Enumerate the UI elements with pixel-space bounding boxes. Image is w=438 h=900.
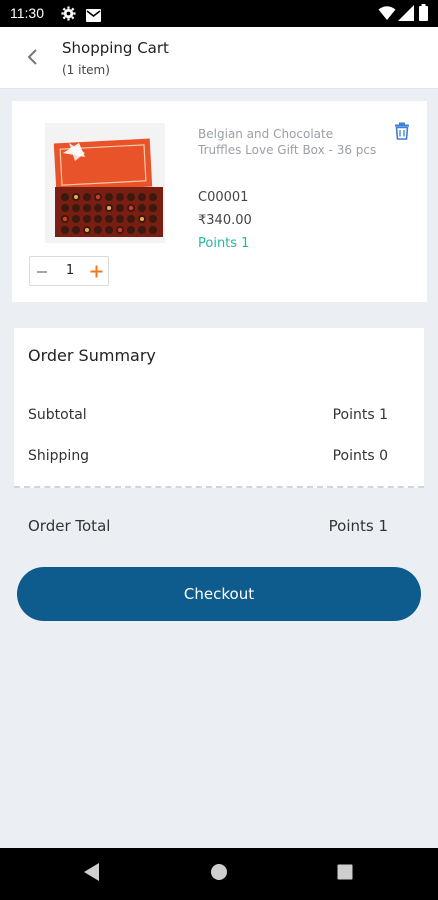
recents-square-icon: [337, 864, 353, 884]
mail-icon: [86, 7, 101, 26]
minus-icon: [36, 263, 48, 282]
product-points: Points 1: [198, 236, 250, 251]
status-bar: 11:30: [0, 0, 438, 27]
nav-recents-button[interactable]: [333, 862, 357, 886]
status-time: 11:30: [10, 5, 44, 21]
app-header: Shopping Cart (1 item): [0, 27, 438, 89]
product-code: C00001: [198, 190, 249, 205]
order-total-label: Order Total: [28, 517, 111, 535]
product-price: ₹340.00: [198, 213, 252, 228]
plus-icon: [90, 263, 103, 282]
order-total-value: Points 1: [328, 517, 388, 535]
cart-item-card: 1 Belgian and Chocolate Truffles Love Gi…: [12, 101, 427, 302]
order-summary-title: Order Summary: [28, 346, 156, 365]
item-count: (1 item): [62, 63, 110, 77]
battery-icon: [419, 4, 428, 25]
home-circle-icon: [210, 863, 228, 885]
wifi-icon: [378, 5, 396, 25]
shipping-value: Points 0: [332, 448, 388, 464]
subtotal-value: Points 1: [332, 407, 388, 423]
shipping-label: Shipping: [28, 448, 90, 464]
back-button[interactable]: [18, 45, 46, 73]
increase-quantity-button[interactable]: [84, 257, 108, 287]
delete-item-button[interactable]: [394, 122, 410, 140]
chevron-left-icon: [26, 48, 38, 70]
product-image[interactable]: [45, 123, 165, 243]
subtotal-label: Subtotal: [28, 407, 87, 423]
trash-icon: [394, 122, 410, 144]
checkout-button[interactable]: Checkout: [17, 567, 421, 621]
page-title: Shopping Cart: [62, 39, 169, 57]
quantity-value: 1: [65, 263, 75, 278]
gear-icon: [61, 6, 76, 25]
nav-back-button[interactable]: [80, 862, 104, 886]
order-summary-card: Order Summary Subtotal Points 1 Shipping…: [14, 328, 424, 488]
signal-icon: [398, 5, 414, 25]
product-name[interactable]: Belgian and Chocolate Truffles Love Gift…: [198, 126, 378, 158]
quantity-stepper: 1: [29, 256, 109, 286]
back-triangle-icon: [83, 862, 101, 886]
decrease-quantity-button[interactable]: [30, 257, 54, 287]
nav-home-button[interactable]: [207, 862, 231, 886]
system-nav-bar: [0, 848, 438, 900]
summary-divider: [14, 486, 424, 488]
